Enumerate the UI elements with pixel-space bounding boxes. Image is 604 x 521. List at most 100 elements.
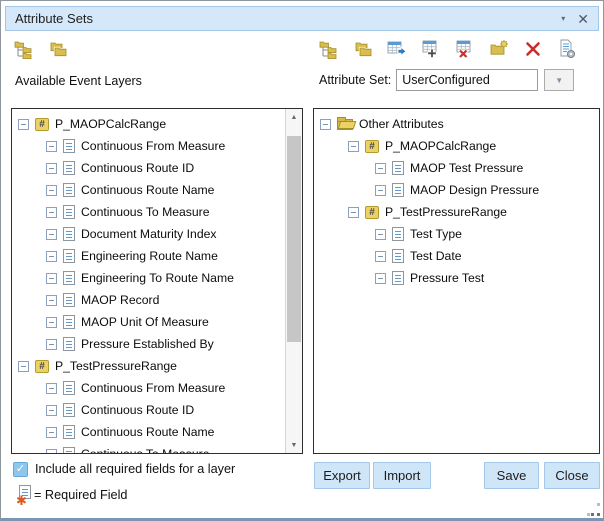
tree-item-label: P_TestPressureRange: [55, 359, 177, 373]
collapse-box-icon[interactable]: [46, 449, 57, 455]
tree-item[interactable]: Other Attributes: [314, 113, 599, 135]
available-layers-tree: #P_MAOPCalcRange Continuous From Measure…: [12, 109, 302, 454]
remove-table-icon[interactable]: [454, 39, 475, 60]
attribute-set-tree-panel[interactable]: Other Attributes # P_MAOPCalcRange MAOP T…: [313, 108, 600, 454]
include-required-fields-checkbox[interactable]: ✓: [13, 462, 28, 477]
collapse-box-icon[interactable]: [348, 141, 359, 152]
toolbar: [13, 37, 591, 61]
tree-item[interactable]: #P_TestPressureRange: [314, 201, 599, 223]
resize-grip[interactable]: [587, 503, 600, 516]
collapse-box-icon[interactable]: [46, 163, 57, 174]
tree-item[interactable]: Document Maturity Index: [12, 223, 302, 245]
tree-item-label: MAOP Record: [81, 293, 159, 307]
tree-item[interactable]: Pressure Established By: [12, 333, 302, 355]
event-layer-icon: #: [365, 206, 379, 219]
tree-item-label: Continuous To Measure: [81, 447, 210, 454]
folders-icon[interactable]: [352, 39, 373, 60]
delete-icon[interactable]: [522, 39, 543, 60]
tree-item-label: P_MAOPCalcRange: [385, 139, 496, 153]
collapse-box-icon[interactable]: [46, 273, 57, 284]
include-required-fields-label: Include all required fields for a layer: [35, 462, 235, 476]
field-icon: [392, 249, 404, 263]
tree-item[interactable]: Continuous Route Name: [12, 179, 302, 201]
field-icon: [392, 271, 404, 285]
collapse-box-icon[interactable]: [46, 141, 57, 152]
scroll-down-icon[interactable]: ▼: [286, 437, 302, 453]
tree-item[interactable]: MAOP Design Pressure: [314, 179, 599, 201]
field-icon: [63, 227, 75, 241]
collapse-box-icon[interactable]: [375, 185, 386, 196]
collapse-box-icon[interactable]: [18, 119, 29, 130]
add-table-icon[interactable]: [420, 39, 441, 60]
tree-item[interactable]: MAOP Test Pressure: [314, 157, 599, 179]
collapse-box-icon[interactable]: [375, 229, 386, 240]
import-button[interactable]: Import: [373, 462, 431, 489]
tree-item[interactable]: Continuous Route Name: [12, 421, 302, 443]
collapse-box-icon[interactable]: [375, 273, 386, 284]
collapse-box-icon[interactable]: [46, 405, 57, 416]
close-icon[interactable]: ✕: [577, 12, 589, 26]
available-event-layers-label: Available Event Layers: [15, 74, 142, 88]
dock-menu-icon[interactable]: ▾: [561, 15, 565, 23]
tree-item[interactable]: # P_TestPressureRange: [12, 355, 302, 377]
collapse-box-icon[interactable]: [375, 163, 386, 174]
event-layer-icon: #: [35, 360, 49, 373]
collapse-box-icon[interactable]: [320, 119, 331, 130]
collapse-box-icon[interactable]: [18, 361, 29, 372]
new-attribute-set-folder-icon[interactable]: [488, 39, 509, 60]
expand-attributes-tree-icon[interactable]: [318, 39, 339, 60]
collapse-box-icon[interactable]: [46, 317, 57, 328]
event-layer-icon: #: [365, 140, 379, 153]
tree-item[interactable]: MAOP Record: [12, 289, 302, 311]
collapse-box-icon[interactable]: [46, 229, 57, 240]
tree-item[interactable]: Continuous To Measure: [12, 443, 302, 454]
expand-layers-tree-icon[interactable]: [13, 39, 34, 60]
tree-item[interactable]: Continuous Route ID: [12, 399, 302, 421]
tree-item[interactable]: Pressure Test: [314, 267, 599, 289]
collapse-box-icon[interactable]: [46, 295, 57, 306]
collapse-box-icon[interactable]: [46, 339, 57, 350]
attribute-set-combobox[interactable]: UserConfigured: [396, 69, 538, 91]
titlebar[interactable]: Attribute Sets ▾ ✕: [5, 6, 599, 31]
open-table-icon[interactable]: [386, 39, 407, 60]
collapse-box-icon[interactable]: [46, 185, 57, 196]
available-layers-tree-panel[interactable]: #P_MAOPCalcRange Continuous From Measure…: [11, 108, 303, 454]
tree-item[interactable]: Test Type: [314, 223, 599, 245]
field-icon: [63, 337, 75, 351]
export-button[interactable]: Export: [314, 462, 370, 489]
collapse-box-icon[interactable]: [46, 207, 57, 218]
tree-item[interactable]: Continuous Route ID: [12, 157, 302, 179]
tree-item[interactable]: # P_MAOPCalcRange: [314, 135, 599, 157]
collapse-box-icon[interactable]: [348, 207, 359, 218]
scrollbar-thumb[interactable]: [287, 136, 301, 342]
properties-icon[interactable]: [556, 39, 577, 60]
required-field-icon: ✱: [19, 485, 31, 499]
tree-item[interactable]: Continuous To Measure: [12, 201, 302, 223]
tree-item[interactable]: Continuous From Measure: [12, 377, 302, 399]
tree-item-label: Pressure Established By: [81, 337, 214, 351]
collapse-box-icon[interactable]: [375, 251, 386, 262]
collapse-box-icon[interactable]: [46, 427, 57, 438]
field-icon: [63, 381, 75, 395]
close-button[interactable]: Close: [544, 462, 600, 489]
folders-icon[interactable]: [47, 39, 68, 60]
field-icon: [63, 425, 75, 439]
tree-item-label: Other Attributes: [359, 117, 444, 131]
attribute-set-label: Attribute Set:: [319, 73, 391, 87]
tree-item[interactable]: Test Date: [314, 245, 599, 267]
tree-item[interactable]: Engineering To Route Name: [12, 267, 302, 289]
tree-item[interactable]: MAOP Unit Of Measure: [12, 311, 302, 333]
tree-item[interactable]: Continuous From Measure: [12, 135, 302, 157]
attribute-set-dropdown-button[interactable]: ▼: [544, 69, 574, 91]
vertical-scrollbar[interactable]: ▲ ▼: [285, 109, 302, 453]
field-icon: [63, 205, 75, 219]
collapse-box-icon[interactable]: [46, 251, 57, 262]
tree-item-label: P_MAOPCalcRange: [55, 117, 166, 131]
attribute-sets-dialog: Attribute Sets ▾ ✕: [0, 0, 604, 521]
tree-item[interactable]: Engineering Route Name: [12, 245, 302, 267]
save-button[interactable]: Save: [484, 462, 539, 489]
collapse-box-icon[interactable]: [46, 383, 57, 394]
scroll-up-icon[interactable]: ▲: [286, 109, 302, 125]
tree-item-label: MAOP Design Pressure: [410, 183, 539, 197]
tree-item[interactable]: #P_MAOPCalcRange: [12, 113, 302, 135]
